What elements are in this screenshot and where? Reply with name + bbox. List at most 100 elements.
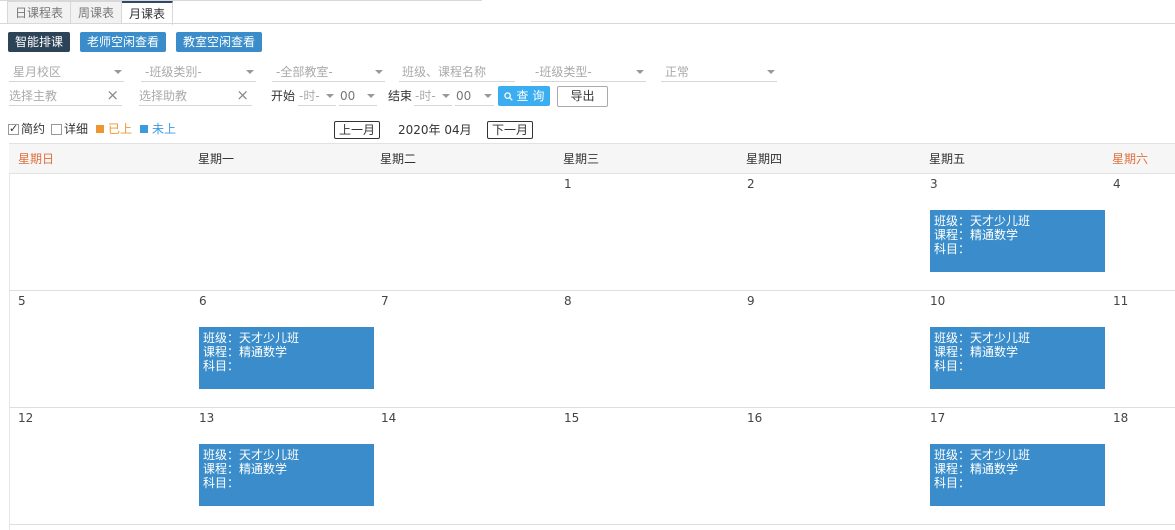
- class-type-value: -班级类型-: [535, 65, 592, 79]
- smart-schedule-button[interactable]: 智能排课: [8, 32, 71, 52]
- start-hour-value: -时-: [299, 89, 320, 103]
- tab-week-schedule[interactable]: 周课表: [71, 1, 123, 24]
- done-legend-swatch: [96, 125, 105, 133]
- calendar-weekday-header: 星期日 星期一 星期二 星期三 星期四 星期五 星期六: [9, 143, 1175, 174]
- brief-checkbox[interactable]: [8, 121, 19, 137]
- status-select[interactable]: 正常: [661, 62, 777, 82]
- main-teacher-input[interactable]: 选择主教 ×: [9, 86, 122, 106]
- classroom-select[interactable]: -全部教室-: [272, 62, 385, 82]
- date-cell[interactable]: 15: [564, 411, 579, 425]
- view-tabs: 日课程表 周课表 月课表: [7, 1, 174, 25]
- course-event[interactable]: 班级：天才少儿班 课程：精通数学 科目：: [930, 210, 1105, 272]
- export-button[interactable]: 导出: [557, 86, 608, 107]
- assistant-teacher-placeholder: 选择助教: [139, 89, 188, 103]
- done-legend-label: 已上: [108, 122, 133, 136]
- date-cell[interactable]: 2: [747, 177, 755, 191]
- date-cell[interactable]: 8: [564, 294, 572, 308]
- course-event[interactable]: 班级：天才少儿班 课程：精通数学 科目：: [199, 327, 374, 389]
- weekday-saturday: 星期六: [1112, 152, 1149, 166]
- weekday-sunday: 星期日: [18, 152, 55, 166]
- event-course: 课程：精通数学: [203, 462, 288, 476]
- teacher-free-button[interactable]: 老师空闲查看: [80, 32, 167, 52]
- weekday-tuesday: 星期二: [380, 152, 417, 166]
- classroom-free-button[interactable]: 教室空闲查看: [176, 32, 263, 52]
- date-cell[interactable]: 7: [381, 294, 389, 308]
- main-teacher-placeholder: 选择主教: [9, 89, 58, 103]
- view-options: 简约 详细 已上 未上: [8, 121, 176, 137]
- week-divider: [10, 290, 1175, 291]
- search-icon: [503, 92, 513, 101]
- campus-select[interactable]: 星月校区: [9, 62, 124, 82]
- weekday-wednesday: 星期三: [563, 152, 600, 166]
- prev-month-button[interactable]: 上一月: [334, 121, 381, 139]
- todo-legend-label: 未上: [152, 122, 177, 136]
- tabs-divider: [0, 23, 1175, 24]
- weekday-monday: 星期一: [198, 152, 235, 166]
- start-minute-select[interactable]: 00: [339, 86, 377, 106]
- date-cell[interactable]: 6: [199, 294, 207, 308]
- event-class: 班级：天才少儿班: [203, 448, 300, 462]
- tab-day-schedule[interactable]: 日课程表: [7, 1, 72, 24]
- course-event[interactable]: 班级：天才少儿班 课程：精通数学 科目：: [199, 444, 374, 506]
- next-month-button[interactable]: 下一月: [487, 121, 534, 139]
- date-cell[interactable]: 13: [199, 411, 214, 425]
- event-course: 课程：精通数学: [934, 228, 1019, 242]
- week-divider: [10, 524, 1175, 525]
- current-month-label: 2020年 04月: [398, 123, 472, 137]
- date-cell[interactable]: 1: [564, 177, 572, 191]
- date-cell[interactable]: 12: [18, 411, 33, 425]
- chevron-down-icon: [246, 70, 254, 74]
- class-category-select[interactable]: -班级类别-: [141, 62, 256, 82]
- event-subject: 科目：: [934, 242, 971, 256]
- class-course-name-input[interactable]: 班级、课程名称: [399, 62, 515, 82]
- action-bar: 智能排课 老师空闲查看 教室空闲查看: [8, 32, 263, 52]
- event-class: 班级：天才少儿班: [934, 331, 1031, 345]
- event-course: 课程：精通数学: [934, 345, 1019, 359]
- status-select-value: 正常: [665, 65, 690, 79]
- chevron-down-icon: [367, 94, 375, 98]
- search-button[interactable]: 查 询: [498, 86, 550, 106]
- chevron-down-icon: [636, 70, 644, 74]
- event-subject: 科目：: [203, 359, 240, 373]
- date-cell[interactable]: 10: [930, 294, 945, 308]
- date-cell[interactable]: 4: [1113, 177, 1121, 191]
- date-cell[interactable]: 18: [1113, 411, 1128, 425]
- clear-icon[interactable]: ×: [106, 86, 119, 104]
- start-minute-value: 00: [340, 89, 356, 103]
- end-minute-value: 00: [456, 89, 472, 103]
- event-class: 班级：天才少儿班: [934, 214, 1031, 228]
- date-cell[interactable]: 3: [930, 177, 938, 191]
- chevron-down-icon: [375, 70, 383, 74]
- class-type-select[interactable]: -班级类型-: [531, 62, 646, 82]
- campus-select-value: 星月校区: [13, 65, 62, 79]
- end-hour-value: -时-: [415, 89, 436, 103]
- tab-month-schedule[interactable]: 月课表: [122, 1, 174, 25]
- event-course: 课程：精通数学: [203, 345, 288, 359]
- brief-label: 简约: [21, 122, 46, 136]
- event-subject: 科目：: [203, 476, 240, 490]
- detail-label: 详细: [64, 122, 89, 136]
- weekday-thursday: 星期四: [746, 152, 783, 166]
- end-minute-select[interactable]: 00: [455, 86, 494, 106]
- course-event[interactable]: 班级：天才少儿班 课程：精通数学 科目：: [930, 444, 1105, 506]
- clear-icon[interactable]: ×: [236, 86, 249, 104]
- date-cell[interactable]: 9: [747, 294, 755, 308]
- date-cell[interactable]: 14: [381, 411, 396, 425]
- todo-legend-swatch: [140, 125, 149, 133]
- date-cell[interactable]: 11: [1113, 294, 1128, 308]
- chevron-down-icon: [767, 70, 775, 74]
- weekday-friday: 星期五: [929, 152, 966, 166]
- chevron-down-icon: [484, 94, 492, 98]
- date-cell[interactable]: 17: [930, 411, 945, 425]
- start-hour-select[interactable]: -时-: [298, 86, 336, 106]
- course-event[interactable]: 班级：天才少儿班 课程：精通数学 科目：: [930, 327, 1105, 389]
- assistant-teacher-input[interactable]: 选择助教 ×: [139, 86, 252, 106]
- chevron-down-icon: [114, 70, 122, 74]
- date-cell[interactable]: 5: [18, 294, 26, 308]
- class-category-value: -班级类别-: [145, 65, 202, 79]
- end-hour-select[interactable]: -时-: [414, 86, 452, 106]
- date-cell[interactable]: 16: [747, 411, 762, 425]
- chevron-down-icon: [326, 94, 334, 98]
- detail-checkbox[interactable]: [51, 123, 63, 135]
- event-class: 班级：天才少儿班: [203, 331, 300, 345]
